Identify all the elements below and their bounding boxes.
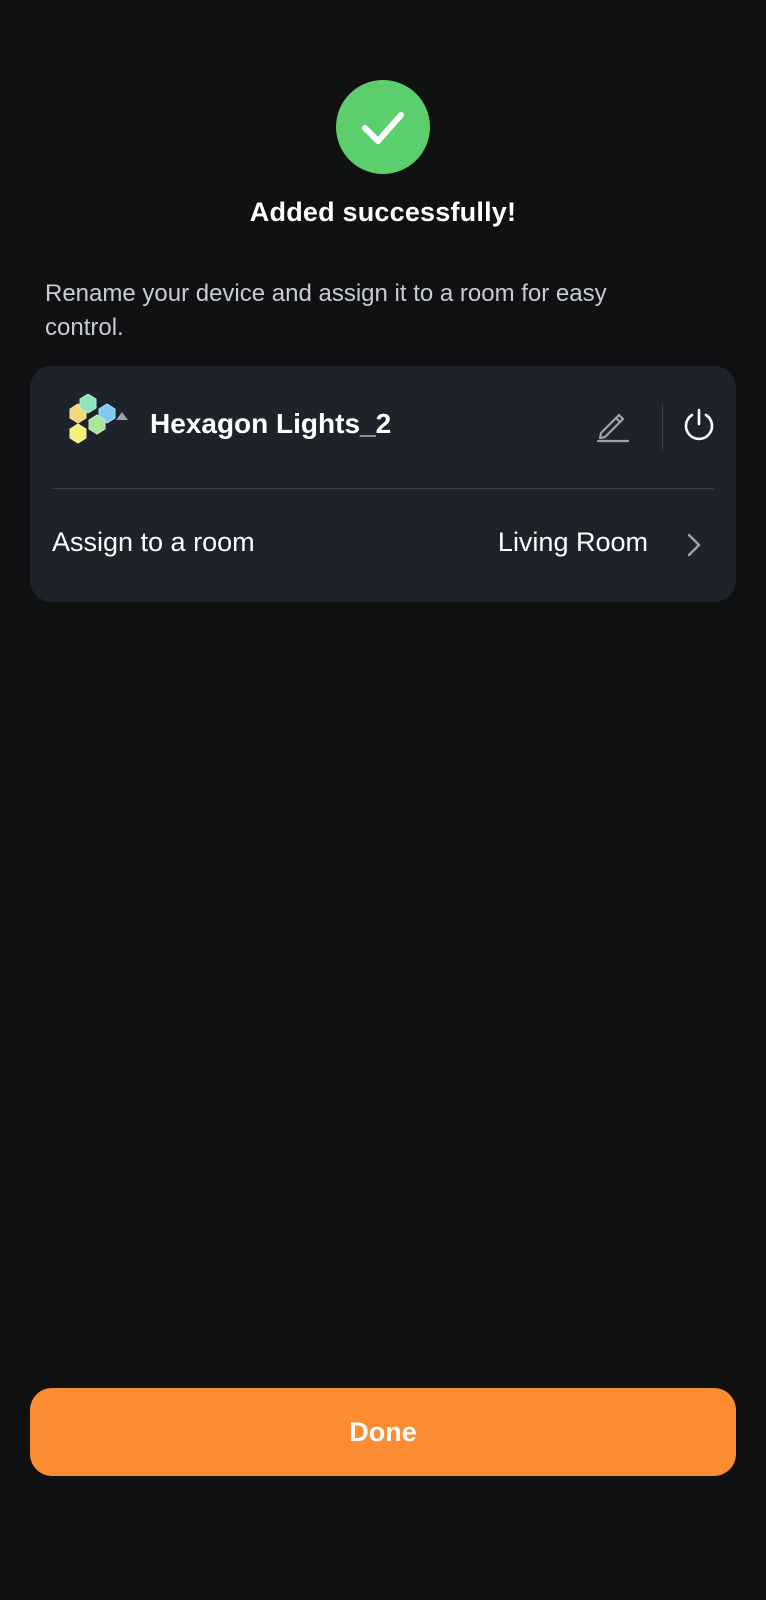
pencil-icon (596, 413, 630, 443)
device-name[interactable]: Hexagon Lights_2 (150, 408, 391, 440)
rename-button[interactable] (590, 402, 636, 448)
selected-room-value: Living Room (497, 527, 648, 557)
assign-room-row[interactable]: Assign to a room Living Room (30, 489, 736, 602)
action-divider (662, 404, 663, 450)
checkmark-icon (362, 112, 404, 144)
instruction-text: Rename your device and assign it to a ro… (45, 280, 607, 341)
success-title: Added successfully! (249, 197, 517, 227)
hexagon-lights-icon (69, 394, 128, 444)
power-icon (684, 408, 714, 441)
device-card: Hexagon Lights_2 Assign to a room Living… (30, 366, 736, 602)
device-row: Hexagon Lights_2 (30, 366, 736, 488)
add-device-success-screen: Added successfully! Rename your device a… (0, 0, 766, 1600)
chevron-right-icon (687, 533, 701, 557)
success-badge (336, 80, 430, 174)
done-button[interactable]: Done (30, 1388, 736, 1476)
power-button[interactable] (676, 402, 722, 448)
assign-room-label: Assign to a room (52, 527, 255, 557)
